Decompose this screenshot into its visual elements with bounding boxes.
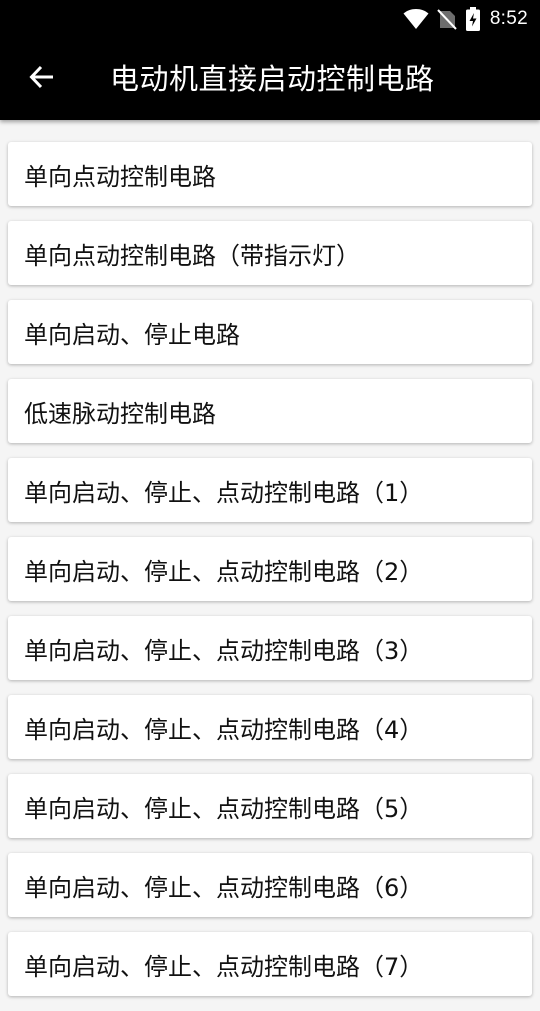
list-item-label: 单向启动、停止、点动控制电路（6） <box>24 873 424 902</box>
list-item-label: 单向启动、停止、点动控制电路（3） <box>24 636 424 665</box>
no-sim-icon <box>437 8 457 30</box>
list-item[interactable]: 单向启动、停止、点动控制电路（5） <box>8 774 532 838</box>
list-item[interactable]: 单向点动控制电路 <box>8 142 532 206</box>
back-button[interactable] <box>16 57 68 101</box>
app-bar: 电动机直接启动控制电路 <box>0 38 540 120</box>
list-item[interactable]: 单向启动、停止电路 <box>8 300 532 364</box>
list-item[interactable]: 单向点动控制电路（带指示灯） <box>8 221 532 285</box>
circuit-list: 单向点动控制电路 单向点动控制电路（带指示灯） 单向启动、停止电路 低速脉动控制… <box>8 142 532 1011</box>
list-item-label: 单向启动、停止、点动控制电路（7） <box>24 952 424 981</box>
list-item-label: 低速脉动控制电路 <box>24 399 216 428</box>
list-item-label: 单向启动、停止、点动控制电路（4） <box>24 715 424 744</box>
arrow-back-icon <box>29 64 55 94</box>
status-bar: 8:52 <box>0 0 540 38</box>
status-time: 8:52 <box>489 8 528 29</box>
list-item-label: 单向启动、停止、点动控制电路（5） <box>24 794 424 823</box>
list-item-label: 单向点动控制电路（带指示灯） <box>24 241 360 270</box>
list-item[interactable]: 单向启动、停止、点动控制电路（1） <box>8 458 532 522</box>
battery-charging-icon <box>465 7 480 31</box>
page-title: 电动机直接启动控制电路 <box>110 62 435 96</box>
list-item-label: 单向启动、停止、点动控制电路（2） <box>24 557 424 586</box>
list-item[interactable]: 单向启动、停止、点动控制电路（4） <box>8 695 532 759</box>
list-item[interactable]: 低速脉动控制电路 <box>8 379 532 443</box>
wifi-icon <box>403 8 429 30</box>
list-item-label: 单向点动控制电路 <box>24 162 216 191</box>
list-item[interactable]: 单向启动、停止、点动控制电路（3） <box>8 616 532 680</box>
list-item-label: 单向启动、停止、点动控制电路（1） <box>24 478 424 507</box>
list-item[interactable]: 单向启动、停止、点动控制电路（2） <box>8 537 532 601</box>
list-item-label: 单向启动、停止电路 <box>24 320 240 349</box>
status-icons: 8:52 <box>403 0 528 38</box>
list-item[interactable]: 单向启动、停止、点动控制电路（7） <box>8 932 532 996</box>
list-item[interactable]: 单向启动、停止、点动控制电路（6） <box>8 853 532 917</box>
